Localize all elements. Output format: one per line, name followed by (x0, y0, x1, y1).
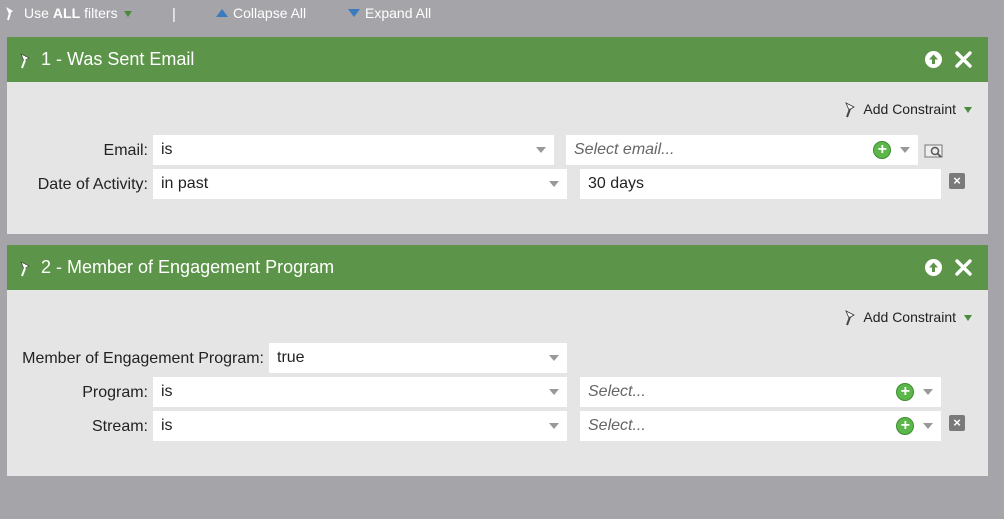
email-label: Email: (103, 142, 148, 159)
filter-wand-icon (6, 7, 13, 21)
expand-all-label: Expand All (365, 5, 432, 21)
email-value-select[interactable]: Select email... + (566, 135, 918, 165)
lookup-icon[interactable] (924, 143, 944, 159)
program-operator-select[interactable]: is (153, 377, 567, 407)
add-constraint-label: Add Constraint (863, 309, 956, 325)
email-operator-select[interactable]: is (153, 135, 554, 165)
dropdown-caret-icon (549, 423, 559, 429)
chevron-up-circle-icon[interactable] (924, 258, 943, 277)
operator-value: is (161, 141, 173, 158)
filter-header-1[interactable]: 1 - Was Sent Email (7, 37, 988, 82)
filter-panel-2: 2 - Member of Engagement Program Add Con… (7, 245, 988, 476)
date-value-input[interactable]: 30 days (580, 169, 941, 199)
dropdown-caret-icon (923, 389, 933, 395)
add-constraint-button[interactable]: Add Constraint (844, 100, 972, 118)
program-value-select[interactable]: Select... + (580, 377, 941, 407)
filter-title: 2 - Member of Engagement Program (41, 257, 335, 277)
stream-label: Stream: (91, 418, 148, 435)
dropdown-caret-icon (900, 147, 910, 153)
stream-value-select[interactable]: Select... + (580, 411, 941, 441)
date-of-activity-label: Date of Activity: (37, 176, 148, 193)
dropdown-caret-icon (923, 423, 933, 429)
operator-value: is (161, 383, 173, 400)
use-label: Use (24, 5, 49, 21)
email-placeholder: Select email... (574, 141, 675, 158)
filters-label: filters (84, 5, 118, 21)
program-placeholder: Select... (588, 383, 646, 400)
delete-box-icon[interactable]: × (949, 173, 965, 189)
chevron-up-circle-icon[interactable] (924, 50, 943, 69)
dropdown-caret-icon (549, 389, 559, 395)
dropdown-caret-icon (549, 355, 559, 361)
filter-wand-icon (845, 310, 856, 326)
use-all-filters-menu[interactable]: Use ALL filters (4, 5, 132, 21)
expand-arrow-icon (348, 9, 360, 17)
filter-wand-icon (20, 52, 30, 68)
add-constraint-button[interactable]: Add Constraint (844, 308, 972, 326)
collapse-arrow-icon (216, 9, 228, 17)
collapse-all-button[interactable]: Collapse All (216, 5, 306, 21)
delete-box-icon[interactable]: × (949, 415, 965, 431)
program-label: Program: (82, 384, 148, 401)
plus-circle-icon[interactable]: + (873, 141, 891, 159)
member-operator-select[interactable]: true (269, 343, 567, 373)
filter-header-2[interactable]: 2 - Member of Engagement Program (7, 245, 988, 290)
collapse-all-label: Collapse All (233, 5, 307, 21)
date-operator-select[interactable]: in past (153, 169, 567, 199)
operator-value: in past (161, 175, 209, 192)
filter-wand-icon (20, 260, 30, 276)
filter-wand-icon (845, 102, 856, 118)
date-value: 30 days (588, 175, 645, 192)
dropdown-caret-icon (964, 315, 972, 321)
dropdown-caret-icon (123, 11, 132, 17)
add-constraint-label: Add Constraint (863, 101, 956, 117)
close-icon[interactable] (954, 50, 973, 69)
expand-all-button[interactable]: Expand All (348, 5, 431, 21)
dropdown-caret-icon (536, 147, 546, 153)
operator-value: is (161, 417, 173, 434)
filter-toolbar: Use ALL filters | Collapse All Expand Al… (0, 0, 1004, 30)
operator-value: true (277, 349, 305, 366)
plus-circle-icon[interactable]: + (896, 383, 914, 401)
stream-operator-select[interactable]: is (153, 411, 567, 441)
close-icon[interactable] (954, 258, 973, 277)
dropdown-caret-icon (549, 181, 559, 187)
toolbar-separator: | (172, 6, 176, 23)
member-of-engagement-program-label: Member of Engagement Program: (22, 350, 264, 367)
filter-title: 1 - Was Sent Email (41, 49, 195, 69)
stream-placeholder: Select... (588, 417, 646, 434)
plus-circle-icon[interactable]: + (896, 417, 914, 435)
filter-panel-1: 1 - Was Sent Email Add Constraint Email:… (7, 37, 988, 234)
dropdown-caret-icon (964, 107, 972, 113)
use-all-label: ALL (52, 5, 81, 21)
